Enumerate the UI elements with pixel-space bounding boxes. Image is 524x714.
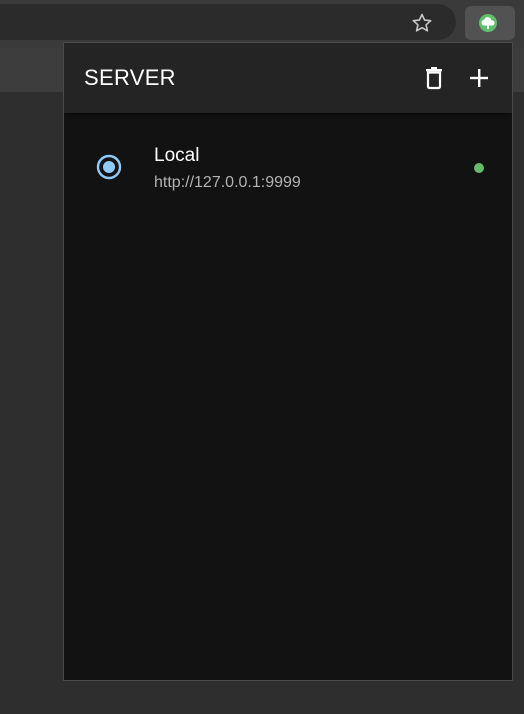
star-icon[interactable] (410, 11, 434, 35)
address-bar[interactable] (0, 4, 456, 40)
extension-button[interactable] (465, 6, 515, 40)
radio-selected-icon[interactable] (96, 154, 122, 180)
add-server-button[interactable] (464, 63, 494, 93)
server-name: Local (154, 145, 200, 166)
popup-title: SERVER (84, 65, 176, 90)
delete-button[interactable] (419, 63, 449, 93)
server-list-item[interactable]: Local http://127.0.0.1:9999 (64, 131, 512, 203)
browser-toolbar (0, 0, 524, 48)
plus-icon (470, 69, 488, 87)
server-popup: SERVER Local http://127.0.0.1:9999 (63, 42, 513, 681)
popup-header: SERVER (64, 43, 512, 113)
trash-icon (426, 67, 442, 90)
status-indicator (474, 163, 484, 173)
server-url: http://127.0.0.1:9999 (154, 174, 301, 191)
cloud-upload-icon (479, 14, 497, 32)
